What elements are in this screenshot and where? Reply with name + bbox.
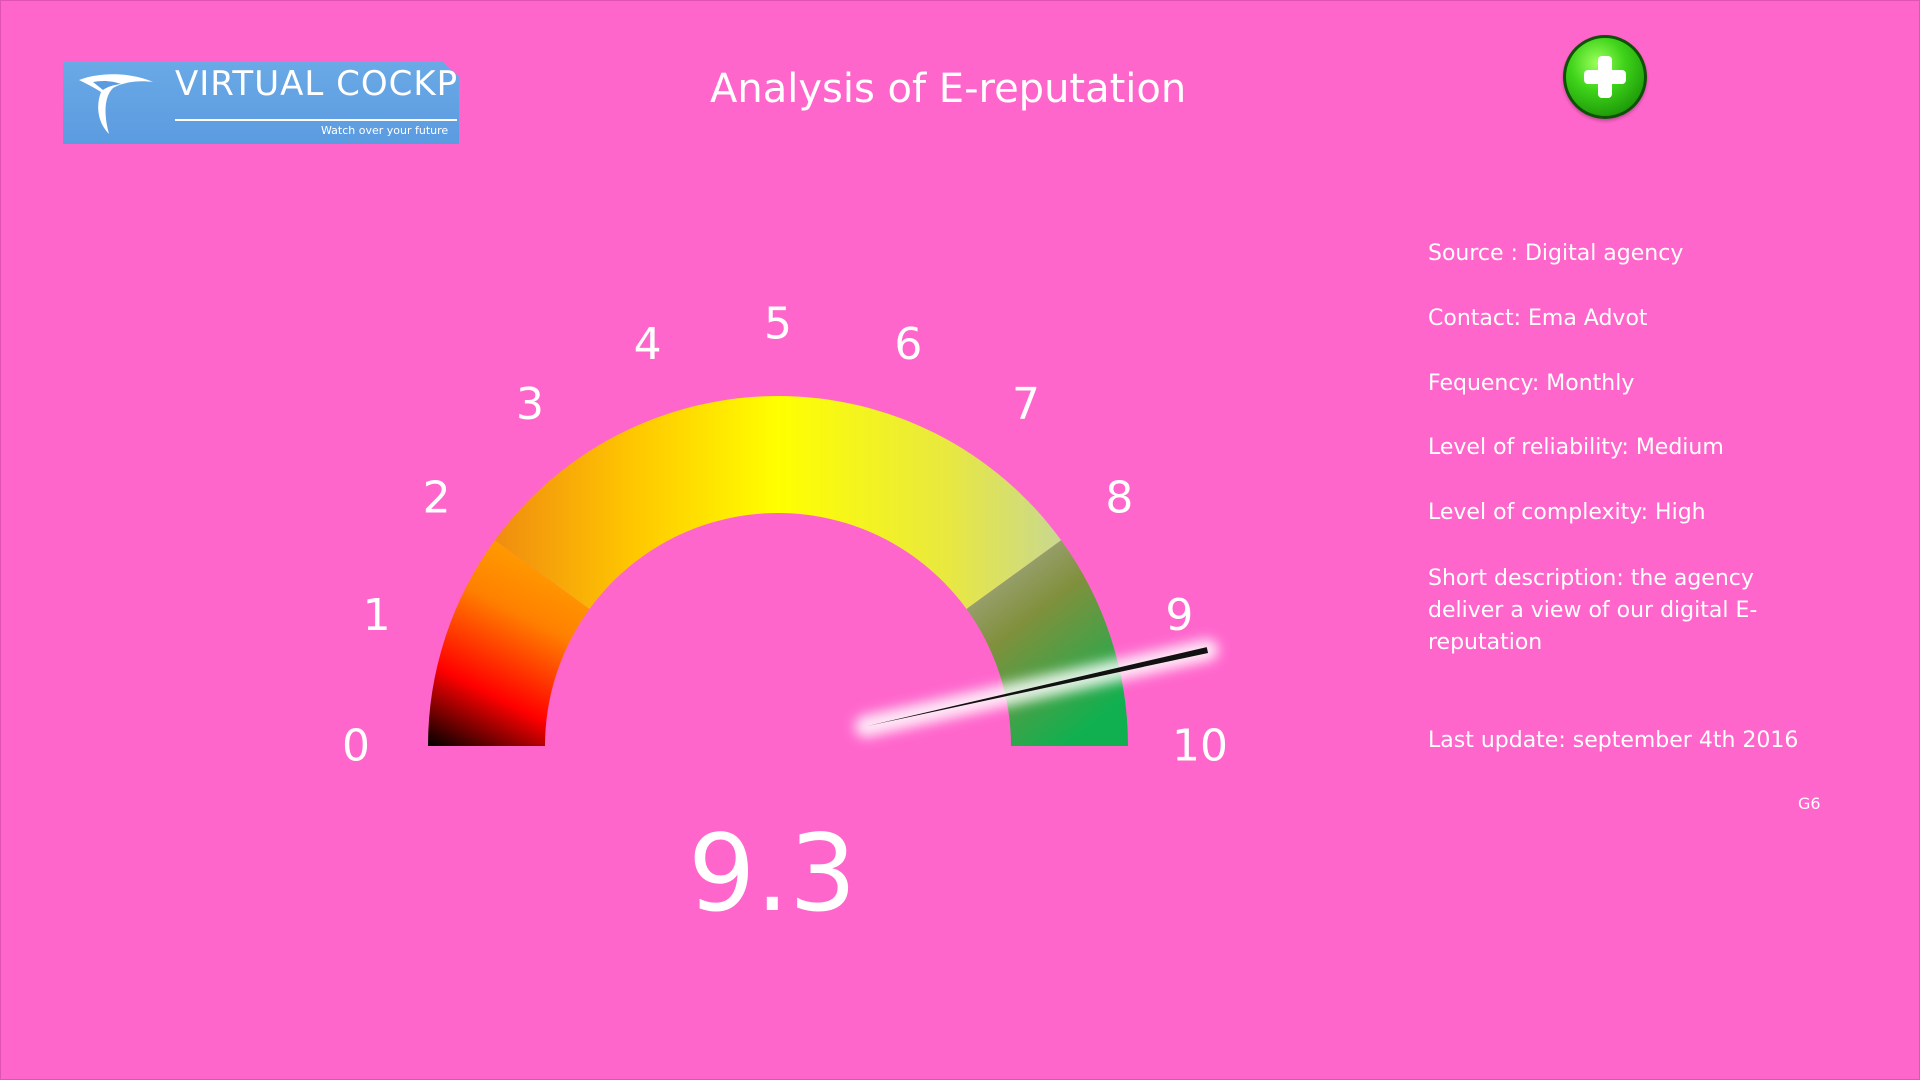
gauge-tick-label: 0 xyxy=(342,721,370,772)
info-reliability: Level of reliability: Medium xyxy=(1428,435,1724,460)
gauge-tick-label: 8 xyxy=(1105,472,1133,523)
gauge-tick-label: 3 xyxy=(516,379,544,430)
gauge-value: 9.3 xyxy=(688,812,857,935)
gauge-tick-label: 1 xyxy=(363,590,391,641)
gauge-tick-label: 7 xyxy=(1012,379,1040,430)
info-contact: Contact: Ema Advot xyxy=(1428,306,1648,331)
add-button[interactable] xyxy=(1563,35,1647,119)
info-complexity: Level of complexity: High xyxy=(1428,500,1706,525)
gauge-zone-mid xyxy=(494,396,1062,610)
gauge-tick-label: 4 xyxy=(634,319,662,370)
gauge-tick-label: 10 xyxy=(1172,721,1228,772)
info-frequency: Fequency: Monthly xyxy=(1428,371,1635,396)
plus-icon xyxy=(1584,56,1626,98)
slide-code: G6 xyxy=(1798,794,1821,813)
gauge-tick-label: 5 xyxy=(764,299,792,350)
info-description: Short description: the agency deliver a … xyxy=(1428,566,1758,655)
gauge-tick-label: 2 xyxy=(423,472,451,523)
info-source: Source : Digital agency xyxy=(1428,241,1684,266)
gauge-tick-label: 9 xyxy=(1165,590,1193,641)
info-last-update: Last update: september 4th 2016 xyxy=(1428,728,1799,753)
gauge-tick-label: 6 xyxy=(894,319,922,370)
